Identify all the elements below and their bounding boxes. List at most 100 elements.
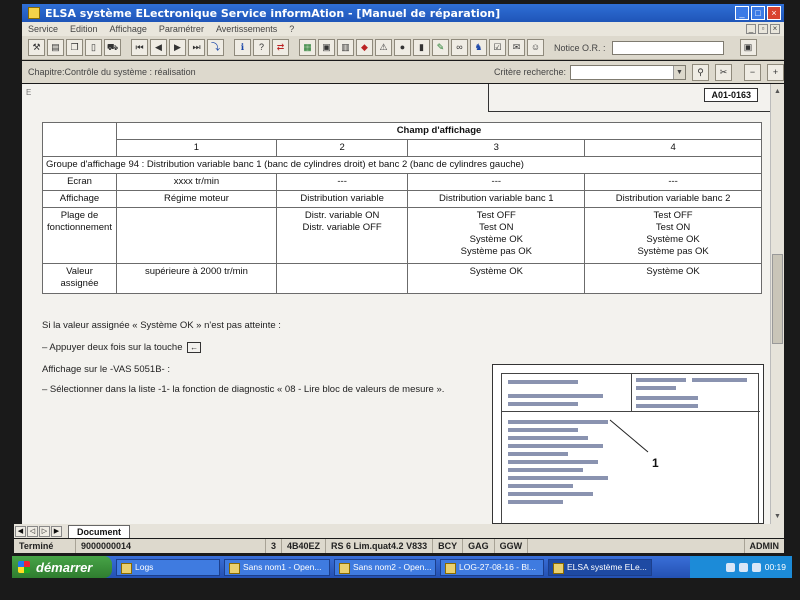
maximize-button[interactable]: □: [751, 6, 765, 20]
status-field: GAG: [463, 539, 495, 553]
row-label: Ecran: [42, 173, 117, 191]
wrench-icon[interactable]: ✎: [432, 39, 449, 56]
toolbar-separator: [123, 39, 129, 56]
windows-logo-icon: [18, 561, 30, 573]
next-page-icon[interactable]: ▶: [169, 39, 186, 56]
table-cell: Distribution variable: [275, 190, 409, 208]
step-key-text: – Appuyer deux fois sur la touche: [42, 342, 183, 354]
status-field: 3: [266, 539, 283, 553]
page-icon[interactable]: ▯: [85, 39, 102, 56]
notice-label: Notice O.R. :: [554, 42, 606, 53]
search-icon[interactable]: ⚲: [692, 63, 709, 81]
doc-minimize-button[interactable]: _: [746, 24, 756, 34]
notice-go-icon[interactable]: ▣: [739, 39, 757, 56]
status-field: 4B40EZ: [282, 539, 327, 553]
search-criteria-select[interactable]: ▼: [570, 64, 686, 80]
first-page-icon[interactable]: ⏮: [131, 39, 148, 56]
paragraph-display: Affichage sur le -VAS 5051B- :: [42, 364, 170, 375]
chapter-label: Chapitre:Contrôle du système : réalisati…: [28, 67, 196, 77]
table-row: Valeur assignée supérieure à 2000 tr/min…: [42, 263, 762, 294]
scroll-down-icon[interactable]: ▼: [772, 511, 783, 522]
tab-document[interactable]: Document: [68, 524, 131, 538]
tab-last-icon[interactable]: ▶: [51, 525, 62, 537]
search-criteria-label: Critère recherche:: [493, 67, 566, 77]
expand-icon[interactable]: +: [767, 63, 784, 81]
tools-icon[interactable]: ⚒: [28, 39, 45, 56]
taskbar-item-logs[interactable]: Logs: [116, 558, 220, 576]
start-button[interactable]: démarrer: [12, 556, 112, 578]
doc-restore-button[interactable]: ▫: [758, 24, 768, 34]
user-icon[interactable]: ☺: [527, 39, 544, 56]
figure-code: A01-0163: [704, 88, 758, 102]
vehicle-icon[interactable]: ♞: [470, 39, 487, 56]
menu-affichage[interactable]: Affichage: [104, 24, 153, 34]
collapse-icon[interactable]: −: [744, 63, 761, 81]
table-cell: supérieure à 2000 tr/min: [116, 263, 277, 294]
doc-close-button[interactable]: ×: [770, 24, 780, 34]
title-bar: ELSA système ELectronique Service inform…: [22, 4, 784, 22]
scroll-up-icon[interactable]: ▲: [772, 86, 783, 97]
taskbar-item-elsa[interactable]: ELSA système ELe...: [548, 558, 652, 576]
tab-first-icon[interactable]: ◀: [15, 525, 26, 537]
copy-icon[interactable]: ❐: [66, 39, 83, 56]
link-icon[interactable]: ∞: [451, 39, 468, 56]
scroll-thumb[interactable]: [772, 254, 783, 344]
tab-next-icon[interactable]: ▷: [39, 525, 50, 537]
row-label: Valeur assignée: [42, 263, 117, 294]
minimize-button[interactable]: _: [735, 6, 749, 20]
taskbar-item-sansnom1[interactable]: Sans nom1 - Open...: [224, 558, 330, 576]
navigate-icon[interactable]: ⤵: [207, 39, 224, 56]
column-header: 2: [275, 139, 409, 157]
table-row: Ecran xxxx tr/min --- --- ---: [42, 173, 762, 191]
status-field: GGW: [495, 539, 529, 553]
calculator-icon[interactable]: ▣: [318, 39, 335, 56]
book-icon[interactable]: ▥: [337, 39, 354, 56]
tray-icon[interactable]: [725, 562, 735, 572]
row-label: Plage de fonctionnement: [42, 207, 117, 264]
notice-input[interactable]: [611, 40, 724, 55]
table-cell: ---: [407, 173, 586, 191]
print-icon[interactable]: ▤: [47, 39, 64, 56]
menu-parametrer[interactable]: Paramétrer: [153, 24, 210, 34]
circle-icon[interactable]: ●: [394, 39, 411, 56]
status-state: Terminé: [14, 539, 76, 553]
table-cell: Test OFF Test ON Système OK Système pas …: [407, 207, 586, 264]
chart-icon[interactable]: ▦: [299, 39, 316, 56]
vertical-scrollbar[interactable]: ▲ ▼: [770, 84, 784, 524]
table-cell: xxxx tr/min: [116, 173, 277, 191]
table-row: Affichage Régime moteur Distribution var…: [42, 190, 762, 208]
taskbar-item-sansnom2[interactable]: Sans nom2 - Open...: [334, 558, 436, 576]
car-icon[interactable]: ⛟: [104, 39, 121, 56]
lock-icon[interactable]: ▮: [413, 39, 430, 56]
filter-icon[interactable]: ✂: [715, 63, 732, 81]
table-row: Plage de fonctionnement Distr. variable …: [42, 207, 762, 264]
warning-icon[interactable]: ⚠: [375, 39, 392, 56]
swap-icon[interactable]: ⇄: [272, 39, 289, 56]
table-cell: Distribution variable banc 1: [407, 190, 586, 208]
info-icon[interactable]: ℹ: [234, 39, 251, 56]
menu-service[interactable]: Service: [22, 24, 64, 34]
tray-icon[interactable]: [738, 562, 748, 572]
status-number: 9000000014: [76, 539, 266, 553]
status-bar: Terminé 9000000014 3 4B40EZ RS 6 Lim.qua…: [14, 539, 784, 553]
display-table: Champ d'affichage 1 2 3 4 Groupe d'affic…: [42, 122, 762, 294]
tray-icon[interactable]: [751, 562, 761, 572]
last-page-icon[interactable]: ⏭: [188, 39, 205, 56]
checklist-icon[interactable]: ☑: [489, 39, 506, 56]
figure-header: A01-0163: [488, 84, 770, 112]
callout-number: 1: [652, 456, 659, 470]
tab-prev-icon[interactable]: ◁: [27, 525, 38, 537]
column-header: 4: [584, 139, 762, 157]
stop-icon[interactable]: ◆: [356, 39, 373, 56]
menu-avertissements[interactable]: Avertissements: [210, 24, 283, 34]
help-icon[interactable]: ?: [253, 39, 270, 56]
prev-page-icon[interactable]: ◀: [150, 39, 167, 56]
chevron-down-icon[interactable]: ▼: [673, 65, 685, 79]
note-icon[interactable]: ✉: [508, 39, 525, 56]
taskbar-item-log[interactable]: LOG-27-08-16 - Bl...: [440, 558, 544, 576]
menu-help[interactable]: ?: [283, 24, 300, 34]
status-field: BCY: [433, 539, 464, 553]
app-icon: [28, 7, 40, 19]
close-button[interactable]: ×: [767, 6, 781, 20]
menu-edition[interactable]: Edition: [64, 24, 104, 34]
